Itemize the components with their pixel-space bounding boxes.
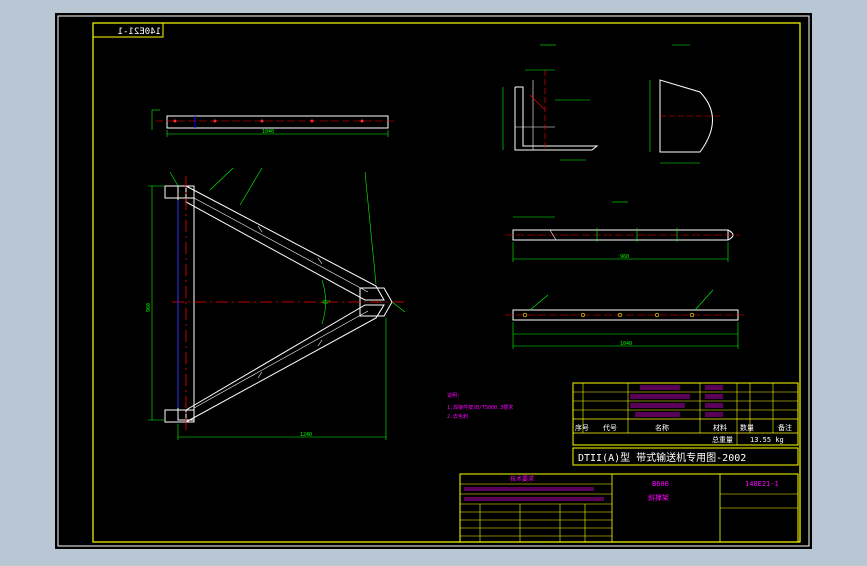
doc-header: 技术要求: [510, 475, 534, 483]
sheet-background: [55, 13, 812, 549]
note-title: 说明:: [447, 392, 460, 399]
title-block-main: DTII(A)型 带式输送机专用图-2002: [578, 451, 746, 464]
view-b-length-dim: 960: [620, 254, 629, 260]
note-line-2: 2.去毛刺: [447, 413, 468, 420]
bom-header-name: 名称: [655, 423, 669, 432]
bom-header-code: 代号: [603, 423, 617, 432]
total-weight: 13.55 kg: [750, 436, 784, 444]
cad-drawing-canvas: 140E21-1 1040 45° 960 1240 960 1040 说明: …: [55, 13, 812, 549]
angle-dim: 45°: [322, 300, 331, 306]
frame-base-dim: 1240: [300, 432, 312, 438]
cad-viewport: 140E21-1 1040 45° 960 1240 960 1040 说明: …: [0, 0, 867, 562]
frame-height-dim: 960: [146, 303, 152, 312]
bom-weight-label: 总重量: [712, 435, 733, 444]
drawing-number-mirrored: 140E21-1: [118, 27, 161, 37]
part-name: 斜撑架: [648, 493, 669, 502]
bom-header-quantity: 数量: [740, 423, 754, 432]
drawing-number: 140E21-1: [745, 480, 779, 488]
bom-header-material: 材料: [713, 423, 727, 432]
view-c-length-dim: 1040: [620, 341, 632, 347]
bom-header-remarks: 备注: [778, 423, 792, 432]
bom-header-seq: 序号: [575, 423, 589, 432]
top-bar-length-dim: 1040: [262, 129, 274, 135]
spec-value: B600: [652, 480, 669, 488]
note-line-1: 1.焊接件按JB/T5000.3要求: [447, 404, 513, 411]
